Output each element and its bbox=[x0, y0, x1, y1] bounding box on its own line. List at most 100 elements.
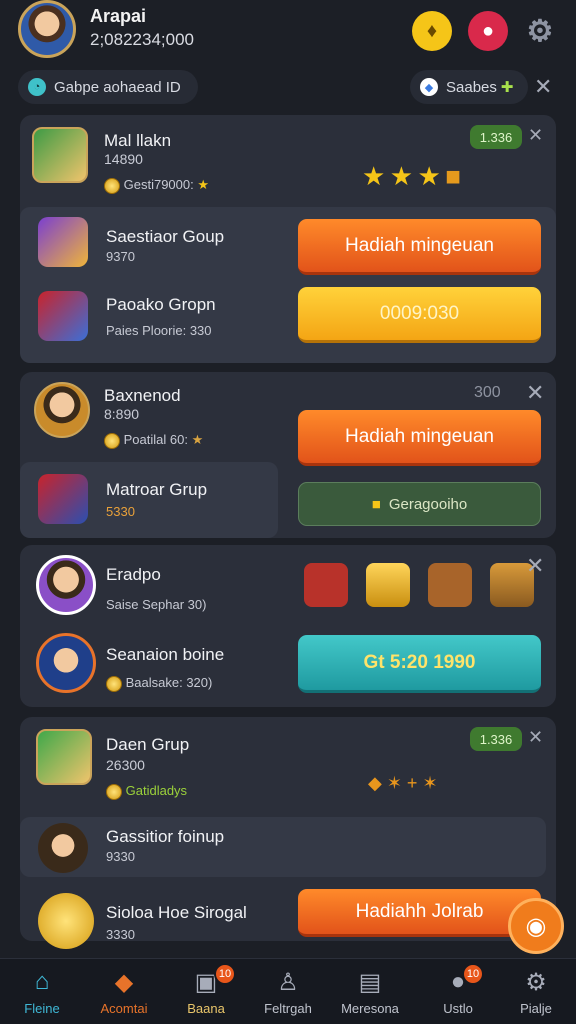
star-icon: ★ bbox=[191, 432, 204, 447]
subgroup-panel: Saestiaor Goup 9370 Hadiah mingeuan Paoa… bbox=[20, 207, 556, 363]
nav-chat[interactable]: ● 10 Ustlo bbox=[418, 963, 498, 1016]
star-icon: ★ bbox=[197, 177, 210, 192]
tag-icon: ◆ bbox=[114, 968, 134, 996]
gear-icon: ⚙ bbox=[525, 968, 547, 996]
settings-button[interactable]: ⚙ bbox=[520, 11, 560, 51]
subgroup-value: 9330 bbox=[106, 849, 135, 864]
group-name: Baxnenod bbox=[104, 386, 181, 405]
group-number: 8:890 bbox=[104, 406, 140, 422]
subgroup-name: Matroar Grup bbox=[106, 480, 208, 499]
notification-badge: 10 bbox=[462, 963, 484, 985]
close-icon[interactable]: ✕ bbox=[526, 553, 544, 579]
subgroup-value: Baalsake: 320) bbox=[106, 675, 212, 692]
group-number: 26300 bbox=[106, 757, 145, 773]
reward-button[interactable]: Hadiahh Jolrab bbox=[298, 889, 541, 937]
candy-icon bbox=[38, 217, 88, 267]
coins-icon bbox=[366, 563, 410, 607]
subgroup-avatar bbox=[36, 633, 96, 693]
star-icon: ★ bbox=[417, 161, 441, 191]
group-detail: Gatidladys bbox=[106, 783, 187, 800]
close-icon[interactable]: ✕ bbox=[526, 380, 544, 406]
subgroup-panel: Gassitior foinup 9330 bbox=[20, 817, 546, 877]
group-name: Mal llakn bbox=[104, 131, 172, 150]
subgroup-name: Paoako Gropn bbox=[106, 295, 216, 314]
coin-icon bbox=[104, 177, 120, 194]
profile-avatar[interactable] bbox=[18, 0, 76, 58]
level-badge: 1.336 bbox=[470, 727, 522, 751]
group-avatar bbox=[36, 729, 92, 785]
star-icon: ★ bbox=[362, 161, 386, 191]
profile-name: Arapai bbox=[90, 6, 147, 26]
shares-chip[interactable]: ◆ Saabes ✚ bbox=[410, 70, 528, 104]
drum-icon bbox=[304, 563, 348, 607]
group-avatar bbox=[34, 382, 90, 438]
horn-icon: ◆ bbox=[368, 773, 382, 793]
chest-icon: ■ bbox=[445, 161, 462, 191]
coin-button[interactable]: ♦ bbox=[412, 11, 452, 51]
group-card: Mal llakn 14890 Gesti79000: ★ 1.336 ✕ ★ … bbox=[20, 115, 556, 363]
bottom-nav: ⌂ Fleine ◆ Acomtai ▣ 10 Baana ♙ Feltrgah… bbox=[0, 958, 576, 1024]
close-icon[interactable]: ✕ bbox=[528, 727, 543, 748]
coin-icon bbox=[104, 432, 120, 449]
subgroup-value: 9370 bbox=[106, 249, 135, 264]
book-icon bbox=[38, 291, 88, 341]
coin-icon bbox=[106, 675, 122, 692]
group-card: Eradpo Saise Sephar 30) ✕ Seanaion boine… bbox=[20, 545, 556, 707]
close-icon[interactable]: ✕ bbox=[528, 125, 543, 146]
group-number: 14890 bbox=[104, 151, 143, 167]
notification-icon: ● bbox=[481, 19, 495, 42]
claim-button[interactable]: Gt 5:20 1990 bbox=[298, 635, 541, 693]
level-badge: 1.336 bbox=[470, 125, 522, 149]
shares-label: Saabes bbox=[446, 78, 497, 96]
group-id-chip[interactable]: ◔ Gabpe aohaead ID bbox=[18, 70, 198, 104]
chat-icon: ◉ bbox=[525, 912, 547, 940]
group-name: Daen Grup bbox=[106, 735, 190, 754]
document-icon: ▤ bbox=[358, 968, 382, 996]
coin-icon bbox=[38, 893, 94, 949]
search-icon: ◔ bbox=[28, 78, 46, 96]
nav-friends[interactable]: ♙ Feltrgah bbox=[248, 967, 328, 1017]
rewards-row bbox=[304, 563, 534, 607]
subgroup-name: Sioloa Hoe Sirogal bbox=[106, 903, 247, 922]
group-id-label: Gabpe aohaead ID bbox=[54, 78, 181, 96]
subgroup-name: Seanaion boine bbox=[106, 645, 225, 664]
group-avatar bbox=[32, 127, 88, 183]
group-detail: Poatilal 60: ★ bbox=[104, 432, 203, 449]
weekly-reward-button[interactable]: Hadiah mingeuan bbox=[298, 219, 541, 275]
chat-fab[interactable]: ◉ bbox=[508, 898, 564, 954]
close-icon[interactable]: ✕ bbox=[534, 74, 552, 100]
nav-bag[interactable]: ▣ 10 Baana bbox=[166, 963, 246, 1016]
cannon-icon bbox=[428, 563, 472, 607]
stars-row: ★ ★ ★ ■ bbox=[362, 161, 461, 192]
locked-button[interactable]: ■ Geragooiho bbox=[298, 482, 541, 526]
gift-icon bbox=[38, 474, 88, 524]
group-card: Daen Grup 26300 Gatidladys 1.336 ✕ ◆ ✶ +… bbox=[20, 717, 556, 949]
subgroup-panel: Matroar Grup 5330 bbox=[20, 462, 278, 538]
plus-icon: ✚ bbox=[500, 79, 514, 96]
star-icon: ★ bbox=[389, 161, 414, 191]
coin-icon: ♦ bbox=[426, 19, 438, 42]
bonus-indicator: ◆ ✶ + ✶ bbox=[368, 773, 438, 793]
nav-settings[interactable]: ⚙ Pialje bbox=[496, 967, 576, 1017]
group-detail: Saise Sephar 30) bbox=[106, 597, 207, 612]
nav-messages[interactable]: ▤ Meresona bbox=[330, 967, 410, 1017]
share-icon: ◆ bbox=[420, 78, 438, 96]
group-detail: Gesti79000: ★ bbox=[104, 177, 209, 194]
subgroup-avatar bbox=[38, 823, 88, 873]
weekly-reward-button[interactable]: Hadiah mingeuan bbox=[298, 410, 541, 466]
notification-button[interactable]: ● bbox=[468, 11, 508, 51]
coin-icon bbox=[106, 783, 122, 800]
count-label: 300 bbox=[474, 384, 501, 401]
subgroup-name: Saestiaor Goup bbox=[106, 227, 225, 246]
group-avatar bbox=[36, 555, 96, 615]
claim-button[interactable]: 0009:030 bbox=[298, 287, 541, 343]
subgroup-value: 5330 bbox=[106, 504, 135, 519]
notification-badge: 10 bbox=[214, 963, 236, 985]
nav-home[interactable]: ⌂ Fleine bbox=[2, 967, 82, 1016]
profile-subtitle: 2;082234;000 bbox=[90, 30, 194, 49]
subgroup-value: 3330 bbox=[106, 927, 135, 942]
nav-account[interactable]: ◆ Acomtai bbox=[84, 967, 164, 1017]
home-icon: ⌂ bbox=[34, 968, 50, 995]
group-name: Eradpo bbox=[106, 565, 161, 584]
gear-icon: ⚙ bbox=[526, 14, 554, 48]
